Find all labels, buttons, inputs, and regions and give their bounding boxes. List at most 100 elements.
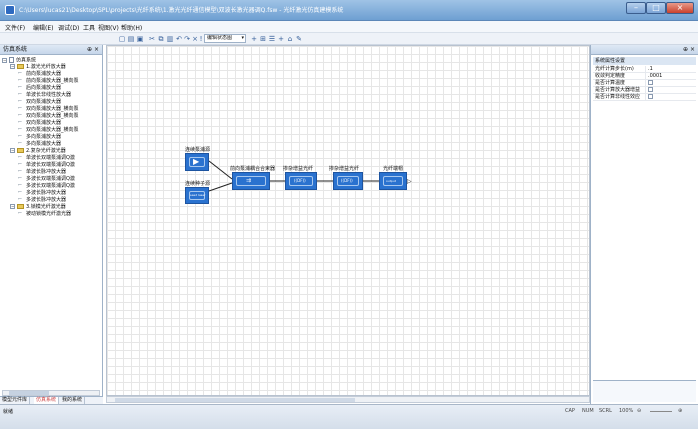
home-icon[interactable]: ⌂ [286, 35, 294, 43]
property-section-title: 系统属性设置 [593, 57, 696, 65]
tree-item[interactable]: ⌐ 单波长脉冲放大器 [18, 169, 66, 176]
model-icon: ⌐ [18, 84, 23, 90]
tree-item[interactable]: ⌐ 单波长非线性放大器 [18, 92, 71, 99]
zoom-out-icon[interactable]: ⊖ [637, 408, 641, 414]
tree-item[interactable]: ⌐ 双向泵浦放大器 [18, 99, 61, 106]
pin-icon[interactable]: ⊕ × [87, 45, 99, 55]
property-row: 收敛判定精度 .0001 [593, 73, 696, 80]
caps-indicator: CAP [565, 408, 575, 414]
tree-item[interactable]: ⌐ 单波长双端泵浦调Q激 [18, 155, 75, 162]
open-icon[interactable]: ▤ [127, 35, 135, 43]
left-panel-title: 仿真系统 [3, 46, 28, 53]
model-icon: ⌐ [18, 112, 23, 118]
model-icon: ⌐ [18, 182, 23, 188]
minimize-button[interactable]: – [626, 2, 646, 14]
close-button[interactable]: × [666, 2, 694, 14]
canvas-horizontal-scrollbar[interactable] [106, 396, 590, 403]
tree-item[interactable]: ⌐ 多向泵浦放大器 [18, 134, 61, 141]
menu-view[interactable]: 视图(V) [98, 23, 119, 32]
tree-item[interactable]: ⌐ 被动锁模光纤激光器 [18, 211, 71, 218]
connector[interactable] [208, 160, 233, 180]
block-passive-fiber[interactable]: ((DF)) [333, 172, 363, 190]
tree-item[interactable]: ⌐ 多波长双端泵浦调Q激 [18, 183, 75, 190]
property-row: 是否计算放大器增益 [593, 87, 696, 94]
copy-icon[interactable]: ⧉ [157, 35, 165, 43]
model-icon: ⌐ [18, 189, 23, 195]
property-checkbox[interactable] [645, 94, 653, 101]
align-icon[interactable]: ☰ [268, 35, 276, 43]
property-key: 是否计算温度 [595, 80, 626, 86]
paste-icon[interactable]: ▥ [166, 35, 174, 43]
checkbox[interactable] [648, 80, 653, 85]
collapse-icon[interactable]: − [10, 148, 15, 153]
tree-item[interactable]: ⌐ 双向泵浦放大器_横向泵 [18, 113, 79, 120]
pen-icon[interactable]: ✎ [295, 35, 303, 43]
menu-help[interactable]: 帮助(H) [121, 23, 142, 32]
undo-icon[interactable]: ↶ [175, 35, 183, 43]
property-checkbox[interactable] [645, 80, 653, 87]
block-combiner[interactable]: ⇉ [232, 172, 270, 190]
tree-item[interactable]: ⌐ 双向泵浦放大器 [18, 120, 61, 127]
tree-item-label: 仿真系统 [16, 57, 37, 64]
add-icon[interactable]: + [250, 35, 258, 43]
menu-file[interactable]: 文件(F) [5, 23, 25, 32]
app-icon [5, 5, 15, 15]
tree-item[interactable]: ⌐ 单波长双端泵浦调Q激 [18, 162, 75, 169]
connector[interactable] [208, 182, 233, 192]
cut-icon[interactable]: ✂ [148, 35, 156, 43]
folder-icon [17, 148, 24, 153]
redo-icon[interactable]: ↷ [183, 35, 191, 43]
grid-icon[interactable]: ⊞ [259, 35, 267, 43]
tree-item[interactable]: ⌐ 双向泵浦放大器_横向泵 [18, 106, 79, 113]
tree-item[interactable]: ⌐ 多波长双端泵浦调Q激 [18, 176, 75, 183]
tree-item[interactable]: − 仿真系统 [2, 57, 36, 64]
state-select[interactable]: 编辑状态图 ▾ [204, 34, 246, 43]
zoom-slider[interactable] [650, 411, 672, 412]
tree-item[interactable]: ⌐ 后向泵浦放大器 [18, 85, 61, 92]
tree-item[interactable]: ⌐ 双向泵浦放大器_横向泵 [18, 127, 79, 134]
fiber-coil-icon: ((DF)) [341, 178, 353, 183]
tree-item-label: 前向泵浦放大器 [26, 71, 62, 77]
tree-item-label: 单波长双端泵浦调Q激 [26, 162, 75, 168]
block-seed-source[interactable]: seed laser [185, 187, 209, 204]
block-pump-source[interactable]: ▶ [185, 153, 209, 171]
checkbox[interactable] [648, 87, 653, 92]
tree-item-label: 双向泵浦放大器 [26, 99, 62, 105]
tree-item-label: 2.复杂光纤激光器 [26, 148, 66, 154]
block-detector[interactable]: output [379, 172, 407, 190]
scroll-thumb[interactable] [115, 398, 355, 402]
save-icon[interactable]: ▣ [136, 35, 144, 43]
checkbox[interactable] [648, 94, 653, 99]
tree-item-label: 多波长脉冲放大器 [26, 190, 67, 196]
menu-debug[interactable]: 调试(D) [58, 23, 79, 32]
block-label-pump: 连续泵浦源 [185, 147, 211, 153]
block-label-seed: 连续种子源 [185, 181, 211, 187]
maximize-button[interactable]: □ [646, 2, 666, 14]
scroll-thumb[interactable] [9, 391, 49, 395]
plus-icon[interactable]: + [277, 35, 285, 43]
chevron-down-icon: ▾ [241, 35, 244, 41]
property-checkbox[interactable] [645, 87, 653, 94]
seed-laser-icon: seed laser [190, 193, 206, 197]
block-label-combiner: 前向泵浦耦合合束器 [230, 166, 276, 172]
collapse-icon[interactable]: − [10, 204, 15, 209]
tree-item[interactable]: ⌐ 多向泵浦放大器 [18, 141, 61, 148]
new-icon[interactable]: ▢ [118, 35, 126, 43]
menu-tools[interactable]: 工具 [83, 23, 95, 32]
menu-edit[interactable]: 编辑(E) [33, 23, 53, 32]
property-key: 是否计算非线性效应 [595, 94, 641, 100]
diagram-canvas[interactable]: 连续泵浦源 ▶ 连续种子源 seed laser 前向泵浦耦合合束器 ⇉ 掺杂增… [106, 45, 590, 396]
zoom-in-icon[interactable]: ⊕ [678, 408, 682, 414]
collapse-icon[interactable]: − [10, 64, 15, 69]
collapse-icon[interactable]: − [2, 57, 7, 63]
property-key: 收敛判定精度 [595, 73, 626, 79]
tree-item[interactable]: ⌐ 多波长脉冲放大器 [18, 190, 66, 197]
tree-item[interactable]: ⌐ 前向泵浦放大器_横向泵 [18, 78, 79, 85]
block-doped-fiber[interactable]: ((DF)) [285, 172, 317, 190]
combiner-icon: ⇉ [246, 177, 252, 184]
tree-item[interactable]: ⌐ 前向泵浦放大器 [18, 71, 61, 78]
pin-icon[interactable]: ⊕ × [683, 45, 695, 55]
property-value[interactable]: .1 [645, 66, 653, 73]
tree-item[interactable]: ⌐ 多波长脉冲放大器 [18, 197, 66, 204]
property-value[interactable]: .0001 [645, 73, 662, 80]
